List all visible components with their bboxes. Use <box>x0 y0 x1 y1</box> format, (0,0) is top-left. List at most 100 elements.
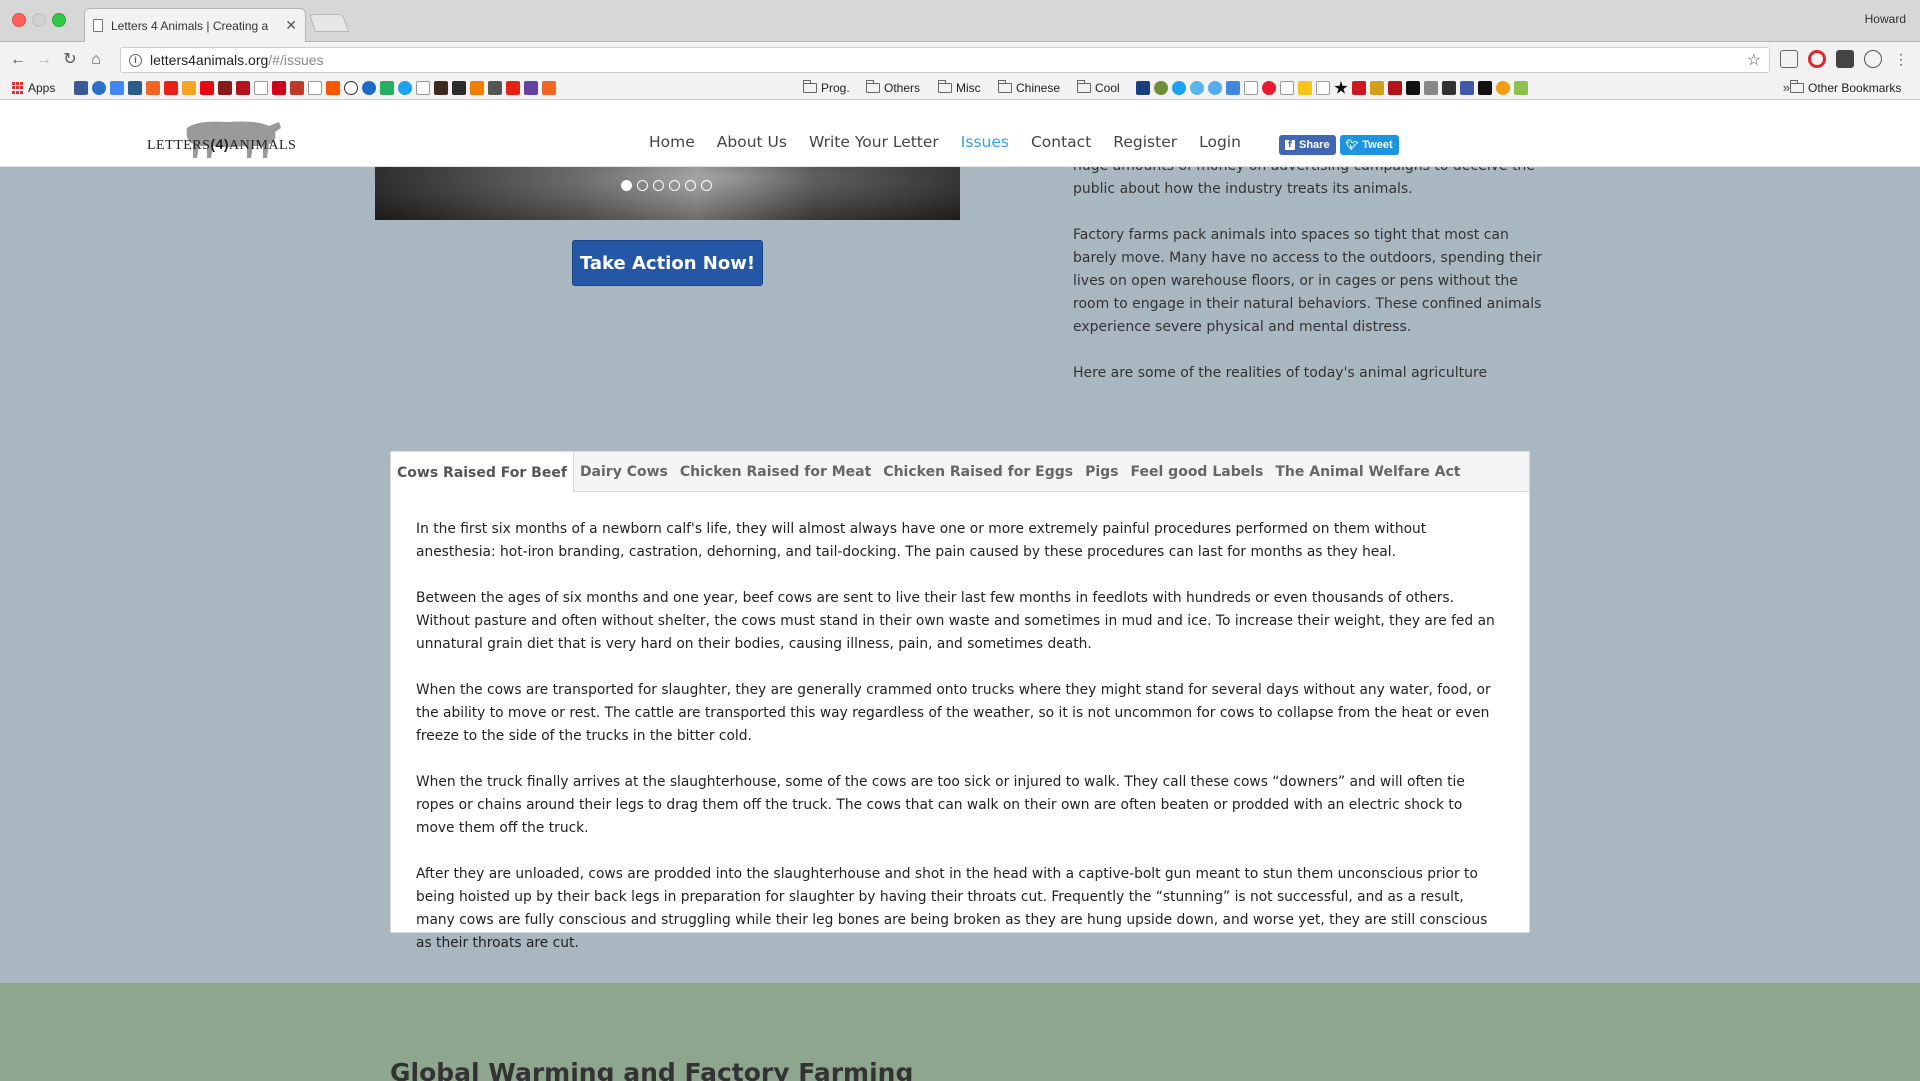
tab-feel-good-labels[interactable]: Feel good Labels <box>1125 452 1270 492</box>
favicon[interactable] <box>1424 81 1438 95</box>
page-icon[interactable] <box>1316 81 1330 95</box>
reload-icon[interactable]: ↻ <box>60 50 80 70</box>
youtube-icon[interactable] <box>506 81 520 95</box>
star-icon[interactable] <box>1334 81 1348 94</box>
twitter-icon[interactable] <box>1208 81 1222 95</box>
favicon[interactable] <box>434 81 448 95</box>
netflix-icon[interactable] <box>200 81 214 95</box>
profile-name[interactable]: Howard <box>1865 12 1906 26</box>
take-action-button[interactable]: Take Action Now! <box>572 240 763 286</box>
nav-contact[interactable]: Contact <box>1031 133 1091 151</box>
favicon[interactable] <box>1514 81 1528 95</box>
tab-chicken-raised-for-eggs[interactable]: Chicken Raised for Eggs <box>877 452 1079 492</box>
slider-dot[interactable] <box>701 180 712 191</box>
bookmark-folder-other-bookmarks[interactable]: Other Bookmarks <box>1790 80 1901 95</box>
soundcloud-icon[interactable] <box>326 81 340 95</box>
tab-dairy-cows[interactable]: Dairy Cows <box>574 452 674 492</box>
twitter-icon[interactable] <box>1172 81 1186 95</box>
tab-chicken-raised-for-meat[interactable]: Chicken Raised for Meat <box>674 452 877 492</box>
mail-icon[interactable] <box>110 81 124 95</box>
bookmark-apps[interactable]: Apps <box>12 81 55 95</box>
favicon[interactable] <box>1460 81 1474 95</box>
address-bar[interactable]: i letters4animals.org/#/issues ☆ <box>120 47 1770 73</box>
tab-close-icon[interactable]: ✕ <box>285 17 297 34</box>
info-icon[interactable]: i <box>129 53 142 67</box>
bookmark-folder-others[interactable]: Others <box>866 80 920 95</box>
favicon[interactable] <box>1406 81 1420 95</box>
favicon[interactable] <box>1226 81 1240 95</box>
favicon[interactable] <box>362 81 376 95</box>
favicon[interactable] <box>128 81 142 95</box>
tab-animal-welfare-act[interactable]: The Animal Welfare Act <box>1269 452 1466 492</box>
favicon[interactable] <box>1496 81 1510 95</box>
facebook-icon[interactable] <box>74 81 88 95</box>
slider-dot[interactable] <box>669 180 680 191</box>
slider-dot[interactable] <box>685 180 696 191</box>
home-icon[interactable]: ⌂ <box>86 50 106 70</box>
slider-dot[interactable] <box>653 180 664 191</box>
tab-cows-raised-for-beef[interactable]: Cows Raised For Beef <box>391 452 574 493</box>
youtube-icon[interactable] <box>1388 81 1402 95</box>
new-tab-button[interactable] <box>308 14 350 32</box>
bookmark-folder-chinese[interactable]: Chinese <box>998 80 1060 95</box>
nav-home[interactable]: Home <box>649 133 695 151</box>
cast-icon[interactable] <box>1780 50 1798 68</box>
favicon[interactable] <box>1478 81 1492 95</box>
browser-tab[interactable]: Letters 4 Animals | Creating a ✕ <box>84 8 306 42</box>
nav-about-us[interactable]: About Us <box>717 133 787 151</box>
maximize-window-button[interactable] <box>52 13 66 27</box>
nav-write-your-letter[interactable]: Write Your Letter <box>809 133 939 151</box>
bookmark-star-icon[interactable]: ☆ <box>1747 50 1761 70</box>
favicon[interactable] <box>1190 81 1204 95</box>
page-icon[interactable] <box>1244 81 1258 95</box>
bookmark-folder-prog[interactable]: Prog. <box>803 80 850 95</box>
bookmark-folder-cool[interactable]: Cool <box>1077 80 1120 95</box>
youtube-icon[interactable] <box>164 81 178 95</box>
favicon[interactable] <box>272 81 286 95</box>
nav-issues[interactable]: Issues <box>961 133 1009 151</box>
blogger-icon[interactable] <box>470 81 484 95</box>
forward-icon[interactable]: → <box>34 50 54 70</box>
nav-register[interactable]: Register <box>1113 133 1177 151</box>
tab-pigs[interactable]: Pigs <box>1079 452 1124 492</box>
back-icon[interactable]: ← <box>8 50 28 70</box>
minimize-window-button[interactable] <box>32 13 46 27</box>
favicon[interactable] <box>182 81 196 95</box>
page-icon[interactable] <box>308 81 322 95</box>
favicon[interactable] <box>1154 81 1168 95</box>
favicon[interactable] <box>488 81 502 95</box>
twitter-icon[interactable] <box>398 81 412 95</box>
slider-dot[interactable] <box>637 180 648 191</box>
favicon[interactable] <box>452 81 466 95</box>
slider-dot[interactable] <box>621 180 632 191</box>
favicon[interactable] <box>146 81 160 95</box>
favicon[interactable] <box>236 81 250 95</box>
nav-login[interactable]: Login <box>1199 133 1241 151</box>
page-icon[interactable] <box>1280 81 1294 95</box>
extension-icon[interactable] <box>1836 50 1854 68</box>
favicon[interactable] <box>1370 81 1384 95</box>
imdb-icon[interactable] <box>1298 81 1312 95</box>
favicon[interactable] <box>1136 81 1150 95</box>
favicon[interactable] <box>542 81 556 95</box>
site-logo[interactable]: LETTERS(4)ANIMALS <box>147 114 296 158</box>
page-icon[interactable] <box>254 81 268 95</box>
favicon[interactable] <box>218 81 232 95</box>
youtube-icon[interactable] <box>1352 81 1366 95</box>
more-bookmarks-icon[interactable]: » <box>1783 80 1790 95</box>
speed-icon[interactable] <box>344 81 358 95</box>
facebook-share-button[interactable]: f Share <box>1279 135 1336 155</box>
image-slider[interactable] <box>375 167 960 220</box>
menu-icon[interactable]: ⋮ <box>1892 50 1910 68</box>
page-icon[interactable] <box>416 81 430 95</box>
favicon[interactable] <box>380 81 394 95</box>
info-extension-icon[interactable] <box>1864 50 1882 68</box>
favicon[interactable] <box>92 81 106 95</box>
favicon[interactable] <box>290 81 304 95</box>
favicon[interactable] <box>1442 81 1456 95</box>
favicon[interactable] <box>1262 81 1276 95</box>
bookmark-folder-misc[interactable]: Misc <box>938 80 981 95</box>
close-window-button[interactable] <box>12 13 26 27</box>
tweet-button[interactable]: 🐦︎ Tweet <box>1339 135 1399 155</box>
opera-icon[interactable] <box>1808 50 1826 68</box>
